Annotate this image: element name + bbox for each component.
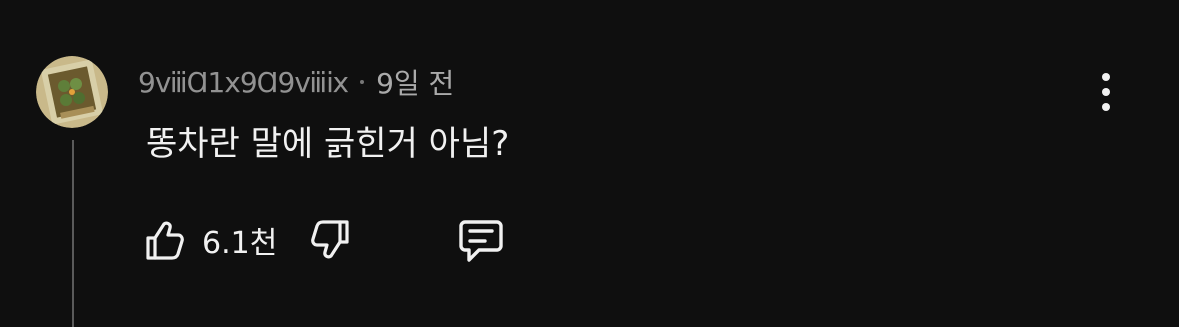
like-button[interactable]: 6.1천 — [140, 216, 277, 264]
more-options-button[interactable] — [1088, 70, 1124, 114]
more-vertical-icon — [1102, 73, 1110, 81]
comment-actions: 6.1천 — [140, 214, 507, 266]
avatar[interactable] — [36, 56, 108, 128]
author-name[interactable]: 9ⅷⱭ1ⅹ9Ɑ9ⅷⅸ — [138, 66, 349, 99]
avatar-image — [36, 56, 108, 128]
dislike-button[interactable] — [307, 216, 355, 264]
thumbs-down-icon — [311, 220, 349, 259]
comment-header: 9ⅷⱭ1ⅹ9Ɑ9ⅷⅸ 9일 전 — [138, 60, 454, 104]
like-count: 6.1천 — [202, 226, 278, 261]
comment-item: 9ⅷⱭ1ⅹ9Ɑ9ⅷⅸ 9일 전 똥차란 말에 긁힌거 아님? 6.1천 — [0, 0, 1179, 327]
thumbs-up-icon — [146, 221, 184, 260]
comment-time: 9일 전 — [376, 67, 455, 100]
reply-button[interactable] — [455, 214, 507, 266]
comment-text: 똥차란 말에 긁힌거 아님? — [146, 124, 510, 164]
reply-comment-icon — [459, 220, 504, 262]
thread-line — [72, 140, 74, 327]
separator-dot — [360, 80, 365, 84]
